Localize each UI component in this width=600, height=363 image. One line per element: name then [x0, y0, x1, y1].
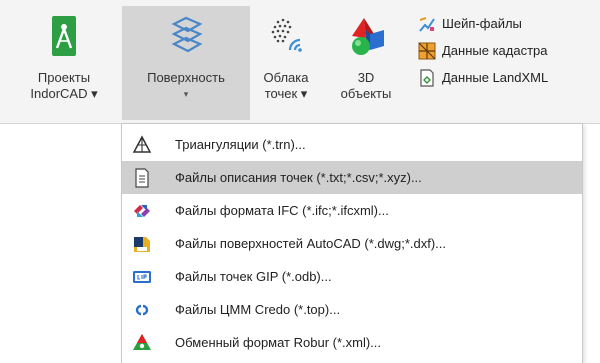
landxml-data-button[interactable]: Данные LandXML	[414, 64, 600, 91]
menu-item-label: Файлы формата IFC (*.ifc;*.ifcxml)...	[175, 203, 389, 218]
menu-item-label: Обменный формат Robur (*.xml)...	[175, 335, 382, 350]
menu-item-ifc-files[interactable]: Файлы формата IFC (*.ifc;*.ifcxml)...	[122, 194, 582, 227]
shapefile-icon	[419, 16, 435, 32]
triangulation-icon	[132, 135, 152, 153]
menu-item-label: Файлы описания точек (*.txt;*.csv;*.xyz)…	[175, 170, 422, 185]
landxml-data-label: Данные LandXML	[442, 70, 549, 85]
robur-icon	[133, 334, 151, 350]
3d-objects-label-line2: объекты	[340, 86, 392, 101]
menu-item-label: Файлы ЦММ Credo (*.top)...	[175, 302, 341, 317]
menu-item-credo-dtm[interactable]: Файлы ЦММ Credo (*.top)...	[122, 293, 582, 326]
menu-item-triangulation[interactable]: Триангуляции (*.trn)...	[122, 128, 582, 161]
point-cloud-icon	[271, 18, 302, 52]
menu-item-robur-exchange[interactable]: Обменный формат Robur (*.xml)...	[122, 326, 582, 359]
ifc-icon	[134, 205, 150, 217]
layers-icon	[171, 16, 203, 53]
cadastre-icon	[418, 42, 436, 59]
menu-item-label: Файлы поверхностей AutoCAD (*.dwg;*.dxf)…	[175, 236, 447, 251]
import-side-list: Шейп-файлы Данные кадастра Данные LandXM…	[414, 10, 600, 91]
surface-button[interactable]: Поверхность ▾	[122, 6, 250, 120]
point-cloud-button[interactable]: Облака точек ▾	[254, 6, 318, 120]
gip-icon	[133, 271, 151, 283]
projects-label-line1: Проекты	[37, 70, 91, 85]
shapefiles-label: Шейп-файлы	[442, 16, 522, 31]
projects-label-line2: IndorCAD ▾	[30, 86, 98, 101]
cadastre-data-button[interactable]: Данные кадастра	[414, 37, 600, 64]
surface-import-menu: Триангуляции (*.trn)... Файлы описания т…	[121, 123, 583, 363]
3d-objects-label-line1: 3D	[357, 70, 375, 85]
menu-item-label: Файлы точек GIP (*.odb)...	[175, 269, 332, 284]
chevron-down-icon: ▾	[183, 89, 189, 99]
surface-label: Поверхность	[147, 70, 225, 85]
credo-icon	[135, 304, 149, 316]
3d-objects-button[interactable]: 3D объекты	[326, 6, 406, 120]
compass-icon	[52, 16, 76, 56]
menu-item-point-description-files[interactable]: Файлы описания точек (*.txt;*.csv;*.xyz)…	[122, 161, 582, 194]
landxml-icon	[420, 68, 434, 87]
shapefiles-button[interactable]: Шейп-файлы	[414, 10, 600, 37]
ribbon: Проекты IndorCAD ▾ Поверхность ▾ Облака …	[0, 0, 600, 124]
menu-item-autocad-surfaces[interactable]: Файлы поверхностей AutoCAD (*.dwg;*.dxf)…	[122, 227, 582, 260]
cadastre-data-label: Данные кадастра	[442, 43, 548, 58]
3d-shapes-icon	[352, 18, 384, 55]
menu-item-label: Триангуляции (*.trn)...	[175, 137, 306, 152]
point-cloud-label-line1: Облака	[263, 70, 309, 85]
projects-indorcad-button[interactable]: Проекты IndorCAD ▾	[14, 6, 114, 120]
menu-item-gip-points[interactable]: Файлы точек GIP (*.odb)...	[122, 260, 582, 293]
text-file-icon	[135, 168, 149, 188]
autocad-icon	[134, 237, 150, 252]
point-cloud-label-line2: точек ▾	[264, 86, 308, 101]
